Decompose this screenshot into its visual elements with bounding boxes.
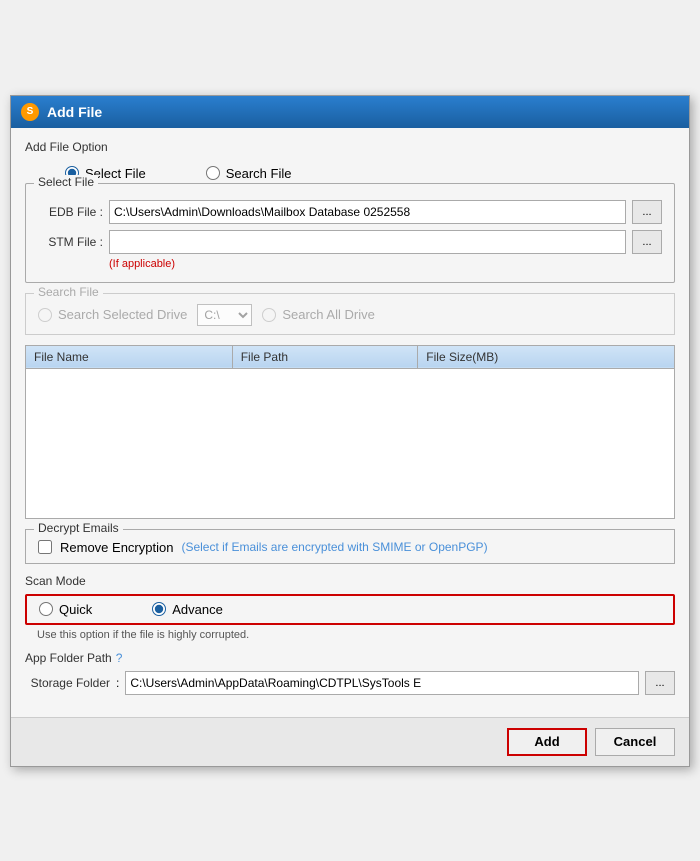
stm-input[interactable] [109,230,626,254]
app-folder-help-link[interactable]: ? [116,651,123,665]
cancel-button[interactable]: Cancel [595,728,675,756]
select-file-group-title: Select File [34,175,98,189]
advance-scan-radio[interactable] [152,602,166,616]
search-all-drive-option[interactable]: Search All Drive [262,307,374,322]
scan-hint: Use this option if the file is highly co… [37,629,675,641]
search-file-label: Search File [226,166,292,181]
search-all-drive-radio[interactable] [262,308,276,322]
add-file-option-label: Add File Option [25,140,675,154]
add-file-option-group: Select File Search File [25,160,675,183]
col-filepath: File Path [232,345,418,368]
file-table: File Name File Path File Size(MB) [25,345,675,519]
stm-file-row: STM File : ... [38,230,662,254]
advance-label: Advance [172,602,223,617]
storage-colon: : [116,676,119,690]
add-file-dialog: S Add File Add File Option Select File S… [10,95,690,767]
decrypt-row: Remove Encryption (Select if Emails are … [38,538,662,555]
edb-browse-button[interactable]: ... [632,200,662,224]
decrypt-hint: (Select if Emails are encrypted with SMI… [181,540,487,554]
decrypt-emails-title: Decrypt Emails [34,521,123,535]
search-selected-drive-option[interactable]: Search Selected Drive [38,307,187,322]
stm-browse-button[interactable]: ... [632,230,662,254]
drive-select[interactable]: C:\ [197,304,252,326]
file-table-header: File Name File Path File Size(MB) [26,345,675,368]
remove-encryption-label: Remove Encryption [60,540,173,555]
title-icon: S [21,103,39,121]
edb-label: EDB File : [38,205,103,219]
decrypt-emails-section: Decrypt Emails Remove Encryption (Select… [25,529,675,564]
search-selected-drive-label: Search Selected Drive [58,307,187,322]
app-folder-label: App Folder Path ? [25,651,675,665]
search-file-section: Search File Search Selected Drive C:\ Se… [25,293,675,335]
col-filename: File Name [26,345,233,368]
title-bar: S Add File [11,96,689,128]
edb-input[interactable] [109,200,626,224]
storage-browse-button[interactable]: ... [645,671,675,695]
select-file-group: Select File EDB File : ... STM File : ..… [25,183,675,283]
storage-label: Storage Folder [25,676,110,690]
search-selected-drive-radio[interactable] [38,308,52,322]
quick-label: Quick [59,602,92,617]
if-applicable-text: (If applicable) [109,258,662,270]
scan-mode-box: Quick Advance [25,594,675,625]
storage-folder-input[interactable] [125,671,639,695]
quick-scan-radio[interactable] [39,602,53,616]
storage-folder-row: Storage Folder : ... [25,671,675,695]
col-filesize: File Size(MB) [418,345,675,368]
quick-scan-option[interactable]: Quick [39,602,92,617]
scan-mode-label: Scan Mode [25,574,675,588]
file-table-body [26,368,675,518]
search-row: Search Selected Drive C:\ Search All Dri… [38,300,662,326]
app-folder-section: App Folder Path ? Storage Folder : ... [25,651,675,695]
search-file-option[interactable]: Search File [206,166,292,181]
add-button[interactable]: Add [507,728,587,756]
advance-scan-option[interactable]: Advance [152,602,223,617]
remove-encryption-checkbox[interactable] [38,540,52,554]
search-all-drive-label: Search All Drive [282,307,374,322]
stm-label: STM File : [38,235,103,249]
search-file-radio[interactable] [206,166,220,180]
search-file-section-title: Search File [34,285,103,299]
dialog-content: Add File Option Select File Search File … [11,128,689,717]
scan-mode-section: Scan Mode Quick Advance Use this option … [25,574,675,641]
dialog-footer: Add Cancel [11,717,689,766]
edb-file-row: EDB File : ... [38,200,662,224]
dialog-title: Add File [47,104,102,120]
